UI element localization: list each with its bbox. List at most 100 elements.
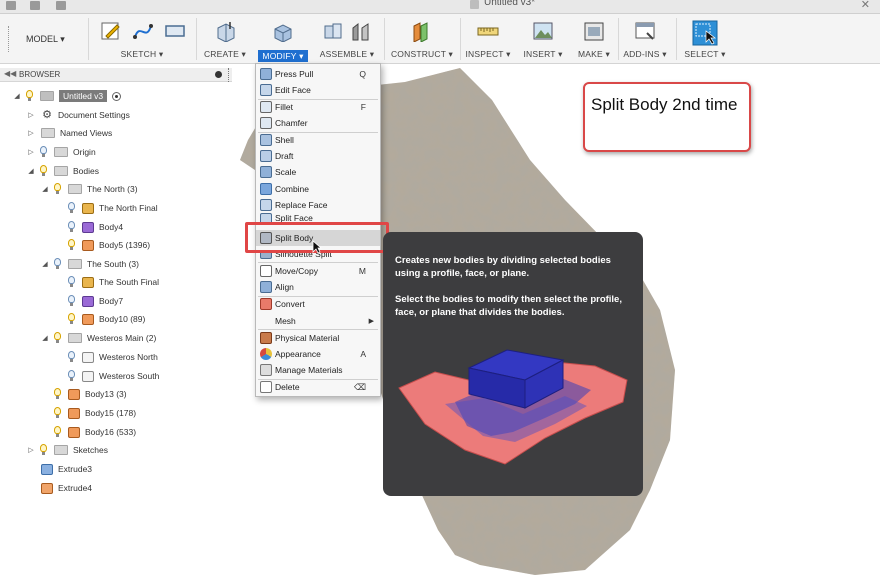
menu-item-shell[interactable]: Shell — [256, 132, 380, 148]
menu-item-align[interactable]: Align — [256, 279, 380, 295]
menu-item-scale[interactable]: Scale — [256, 164, 380, 180]
collapse-icon[interactable]: ◀◀ — [4, 69, 16, 78]
tree-item-document-settings[interactable]: ▷ ⚙ Document Settings — [26, 107, 130, 123]
select-icon[interactable] — [692, 20, 718, 46]
3d-print-icon[interactable] — [583, 20, 605, 42]
make-menu-label[interactable]: MAKE ▾ — [572, 49, 616, 60]
addins-group[interactable]: ADD-INS ▾ — [620, 14, 670, 64]
menu-item-draft[interactable]: Draft — [256, 148, 380, 164]
expand-icon[interactable]: ◢ — [12, 92, 22, 100]
visibility-icon[interactable] — [67, 313, 77, 325]
tree-item-root[interactable]: ◢ Untitled v3 — [12, 88, 122, 104]
construct-menu-label[interactable]: CONSTRUCT ▾ — [388, 49, 456, 60]
rectangle-icon[interactable] — [164, 20, 186, 42]
workspace-selector[interactable]: MODEL ▾ — [22, 32, 69, 48]
extrude-icon[interactable] — [214, 20, 236, 42]
expand-icon[interactable]: ◢ — [26, 167, 36, 175]
tree-item-body16[interactable]: Body16 (533) — [50, 424, 136, 440]
joint-icon[interactable] — [350, 20, 372, 42]
file-icon[interactable] — [30, 1, 40, 10]
measure-icon[interactable] — [477, 20, 499, 42]
menu-item-replace-face[interactable]: Replace Face — [256, 197, 380, 213]
visibility-icon[interactable] — [53, 388, 63, 400]
visibility-icon[interactable] — [53, 183, 63, 195]
sketch-group[interactable]: SKETCH ▾ — [94, 14, 190, 64]
sketch-menu-label[interactable]: SKETCH ▾ — [94, 49, 190, 60]
expand-icon[interactable]: ▷ — [26, 111, 36, 119]
modify-group[interactable]: MODIFY ▾ — [256, 14, 310, 64]
menu-item-appearance[interactable]: Appearance A — [256, 346, 380, 362]
press-pull-icon[interactable] — [272, 20, 294, 42]
menu-item-manage-materials[interactable]: Manage Materials — [256, 362, 380, 378]
save-icon[interactable] — [56, 1, 66, 10]
visibility-icon[interactable] — [67, 202, 77, 214]
visibility-icon[interactable] — [67, 295, 77, 307]
insert-menu-label[interactable]: INSERT ▾ — [518, 49, 568, 60]
tree-item-named-views[interactable]: ▷ Named Views — [26, 125, 112, 141]
visibility-icon[interactable] — [53, 332, 63, 344]
tree-item-westeros-north[interactable]: Westeros North — [64, 349, 158, 365]
tree-item-bodies[interactable]: ◢ Bodies — [26, 163, 99, 179]
expand-icon[interactable]: ◢ — [40, 185, 50, 193]
tree-item-sketches[interactable]: ▷ Sketches — [26, 442, 108, 458]
inspect-menu-label[interactable]: INSPECT ▾ — [462, 49, 514, 60]
app-menu-icon[interactable] — [6, 1, 16, 10]
tree-item-the-south-final[interactable]: The South Final — [64, 274, 159, 290]
pin-icon[interactable] — [215, 71, 222, 78]
make-group[interactable]: MAKE ▾ — [572, 14, 616, 64]
tree-item-origin[interactable]: ▷ Origin — [26, 144, 96, 160]
visibility-icon[interactable] — [67, 351, 77, 363]
sketch-icon[interactable] — [100, 20, 122, 42]
insert-image-icon[interactable] — [532, 20, 554, 42]
visibility-icon[interactable] — [39, 165, 49, 177]
offset-plane-icon[interactable] — [410, 20, 432, 42]
visibility-icon[interactable] — [39, 444, 49, 456]
tree-item-the-south[interactable]: ◢ The South (3) — [40, 256, 139, 272]
assemble-group[interactable]: ASSEMBLE ▾ — [314, 14, 380, 64]
menu-item-chamfer[interactable]: Chamfer — [256, 115, 380, 131]
menu-item-mesh[interactable]: Mesh ▶ — [256, 313, 380, 329]
select-menu-label[interactable]: SELECT ▾ — [680, 49, 730, 60]
tree-item-the-north-final[interactable]: The North Final — [64, 200, 158, 216]
tree-item-body5[interactable]: Body5 (1396) — [64, 237, 150, 253]
addins-menu-label[interactable]: ADD-INS ▾ — [620, 49, 670, 60]
visibility-icon[interactable] — [67, 276, 77, 288]
tree-item-the-north[interactable]: ◢ The North (3) — [40, 181, 138, 197]
menu-item-fillet[interactable]: Fillet F — [256, 99, 380, 115]
construct-group[interactable]: CONSTRUCT ▾ — [388, 14, 456, 64]
visibility-icon[interactable] — [67, 239, 77, 251]
panel-grip[interactable] — [228, 68, 232, 82]
menu-item-press-pull[interactable]: Press Pull Q — [256, 66, 380, 82]
select-group[interactable]: SELECT ▾ — [680, 14, 730, 64]
visibility-icon[interactable] — [53, 407, 63, 419]
menu-item-delete[interactable]: Delete ⌫ — [256, 379, 380, 395]
expand-icon[interactable]: ▷ — [26, 446, 36, 454]
menu-item-edit-face[interactable]: Edit Face — [256, 82, 380, 98]
assemble-menu-label[interactable]: ASSEMBLE ▾ — [314, 49, 380, 60]
toolbar-grip[interactable] — [8, 26, 10, 52]
new-component-icon[interactable] — [322, 20, 344, 42]
visibility-icon[interactable] — [53, 426, 63, 438]
inspect-group[interactable]: INSPECT ▾ — [462, 14, 514, 64]
scripts-icon[interactable] — [634, 20, 656, 42]
insert-group[interactable]: INSERT ▾ — [518, 14, 568, 64]
visibility-icon[interactable] — [67, 221, 77, 233]
menu-item-physical-material[interactable]: Physical Material — [256, 330, 380, 346]
visibility-icon[interactable] — [53, 258, 63, 270]
expand-icon[interactable]: ◢ — [40, 334, 50, 342]
tree-item-body10[interactable]: Body10 (89) — [64, 311, 145, 327]
expand-icon[interactable]: ◢ — [40, 260, 50, 268]
tree-item-body7[interactable]: Body7 — [64, 293, 123, 309]
menu-item-move-copy[interactable]: Move/Copy M — [256, 263, 380, 279]
tree-item-extrude3[interactable]: Extrude3 — [36, 461, 92, 477]
spline-icon[interactable] — [132, 20, 154, 42]
tree-item-body15[interactable]: Body15 (178) — [50, 405, 136, 421]
menu-item-combine[interactable]: Combine — [256, 181, 380, 197]
visibility-icon[interactable] — [25, 90, 35, 102]
create-group[interactable]: CREATE ▾ — [200, 14, 250, 64]
menu-item-convert[interactable]: Convert — [256, 296, 380, 312]
menu-item-split-face[interactable]: Split Face — [256, 213, 380, 222]
expand-icon[interactable]: ▷ — [26, 148, 36, 156]
tree-item-body13[interactable]: Body13 (3) — [50, 386, 127, 402]
visibility-icon[interactable] — [67, 370, 77, 382]
